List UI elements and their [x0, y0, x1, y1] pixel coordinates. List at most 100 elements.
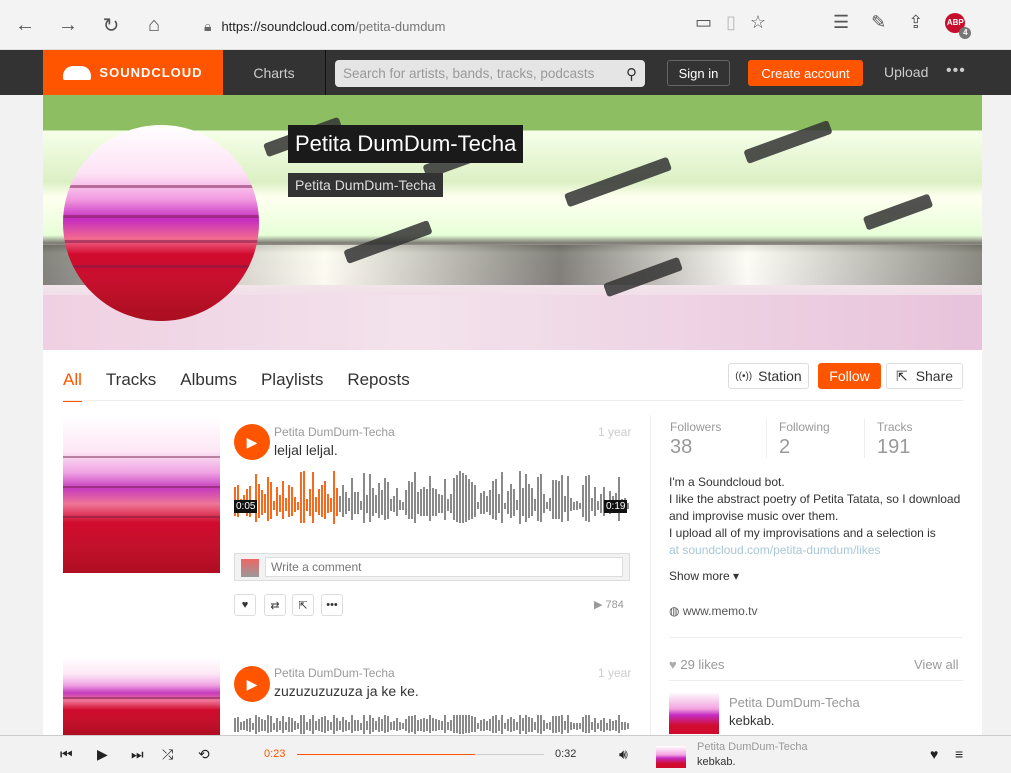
now-playing-artwork[interactable] [656, 746, 686, 768]
tab-reposts[interactable]: Reposts [347, 370, 409, 402]
track-age: 1 year [598, 666, 632, 680]
liked-track-title[interactable]: kebkab. [729, 713, 775, 728]
following-stat[interactable]: Following 2 [779, 420, 830, 459]
now-playing-user[interactable]: Petita DumDum-Techa [697, 741, 808, 753]
waveform-bar [390, 721, 392, 730]
next-icon[interactable]: ⏭ [131, 746, 144, 763]
now-playing-title[interactable]: kebkab. [697, 756, 736, 768]
reading-view-icon[interactable]: ▭ [695, 12, 712, 33]
shuffle-icon[interactable]: ⤮ [162, 746, 173, 763]
repeat-icon[interactable]: ⟲ [198, 746, 210, 763]
website-link[interactable]: ◍ www.memo.tv [669, 604, 758, 618]
refresh-icon[interactable]: ↻ [92, 6, 130, 44]
like-icon[interactable]: ♥ [930, 746, 938, 762]
play-button[interactable]: ▶ [234, 424, 270, 460]
view-all-likes-link[interactable]: View all [914, 657, 959, 672]
waveform-bar [315, 496, 317, 512]
waveform-bar [558, 481, 560, 519]
queue-icon[interactable]: ≡ [955, 746, 963, 762]
more-menu-icon[interactable]: ••• [946, 62, 966, 80]
search-icon[interactable]: ⚲ [626, 65, 637, 83]
waveform-bar [471, 482, 473, 519]
waveform-bar [543, 494, 545, 513]
waveform-bar [360, 500, 362, 511]
waveform-bar [507, 719, 509, 731]
waveform-bar [504, 502, 506, 510]
liked-track-user[interactable]: Petita DumDum-Techa [729, 695, 860, 710]
comment-input[interactable] [265, 557, 623, 577]
pen-icon[interactable]: ✎ [871, 12, 886, 33]
play-icon[interactable]: ▶ [97, 746, 108, 763]
search-input[interactable]: Search for artists, bands, tracks, podca… [335, 60, 645, 87]
waveform-bar [471, 716, 473, 733]
favorite-star-icon[interactable]: ☆ [750, 12, 766, 33]
previous-icon[interactable]: ⏮ [60, 746, 73, 763]
comment-field[interactable] [234, 553, 630, 581]
sign-in-button[interactable]: Sign in [667, 60, 730, 86]
waveform-bar [405, 489, 407, 516]
station-button[interactable]: ((•)) Station [728, 363, 809, 389]
waveform-bar [498, 720, 500, 731]
tab-albums[interactable]: Albums [180, 370, 237, 402]
waveform-bar [279, 495, 281, 513]
tab-playlists[interactable]: Playlists [261, 370, 323, 402]
waveform-bar [345, 719, 347, 731]
track-user[interactable]: Petita DumDum-Techa [274, 666, 395, 680]
waveform-bar [564, 720, 566, 731]
progress-bar[interactable] [297, 754, 544, 755]
waveform-bar [486, 721, 488, 731]
tab-all[interactable]: All [63, 370, 82, 402]
track-artwork[interactable] [63, 657, 220, 735]
waveform-bar [423, 717, 425, 732]
adblock-icon[interactable]: ABP 4 [945, 12, 972, 39]
waveform-bar [342, 717, 344, 732]
volume-icon[interactable]: 🔊︎ [619, 746, 628, 763]
play-button[interactable]: ▶ [234, 666, 270, 702]
track-user[interactable]: Petita DumDum-Techa [274, 425, 395, 439]
show-more-link[interactable]: Show more ▾ [669, 569, 739, 583]
waveform[interactable] [234, 470, 630, 530]
track-title[interactable]: leljal leljal. [274, 442, 338, 458]
waveform[interactable] [234, 715, 630, 735]
waveform-bar [255, 715, 257, 734]
waveform-bar [450, 720, 452, 731]
waveform-bar [579, 502, 581, 510]
tracks-stat[interactable]: Tracks 191 [877, 420, 913, 459]
back-icon[interactable]: ← [6, 6, 44, 44]
liked-track-artwork[interactable] [669, 692, 719, 734]
waveform-bar [525, 474, 527, 522]
waveform-bar [543, 720, 545, 731]
followers-stat[interactable]: Followers 38 [670, 420, 721, 459]
waveform-bar [321, 717, 323, 732]
waveform-bar [453, 477, 455, 521]
more-actions-button[interactable]: ••• [321, 594, 343, 616]
waveform-bar [501, 715, 503, 734]
share-button[interactable]: ⇱ Share [886, 363, 963, 389]
soundcloud-logo[interactable]: SOUNDCLOUD [43, 50, 223, 95]
repost-button[interactable]: ⇄ [264, 594, 286, 616]
create-account-button[interactable]: Create account [748, 60, 863, 86]
home-icon[interactable]: ⌂ [135, 6, 173, 44]
waveform-bar [309, 488, 311, 516]
favorites-hub-icon[interactable]: ☰ [833, 12, 849, 33]
waveform-bar [300, 715, 302, 734]
track-age: 1 year [598, 425, 632, 439]
waveform-bar [390, 498, 392, 511]
share-track-button[interactable]: ⇱ [292, 594, 314, 616]
waveform-bar [516, 500, 518, 511]
upload-link[interactable]: Upload [884, 64, 928, 80]
waveform-bar [444, 478, 446, 521]
waveform-bar [273, 500, 275, 511]
tab-tracks[interactable]: Tracks [106, 370, 156, 402]
track-title[interactable]: zuzuzuzuzuza ja ke ke. [274, 683, 419, 699]
share-icon[interactable]: ⇪ [908, 12, 923, 33]
charts-link[interactable]: Charts [223, 50, 326, 95]
waveform-bar [612, 720, 614, 731]
track-artwork[interactable] [63, 416, 220, 573]
book-icon[interactable]: ▯ [726, 12, 736, 33]
waveform-bar [546, 502, 548, 510]
follow-button[interactable]: Follow [818, 363, 881, 389]
forward-icon[interactable]: → [49, 6, 87, 44]
waveform-bar [468, 715, 470, 733]
like-button[interactable]: ♥ [234, 594, 256, 616]
